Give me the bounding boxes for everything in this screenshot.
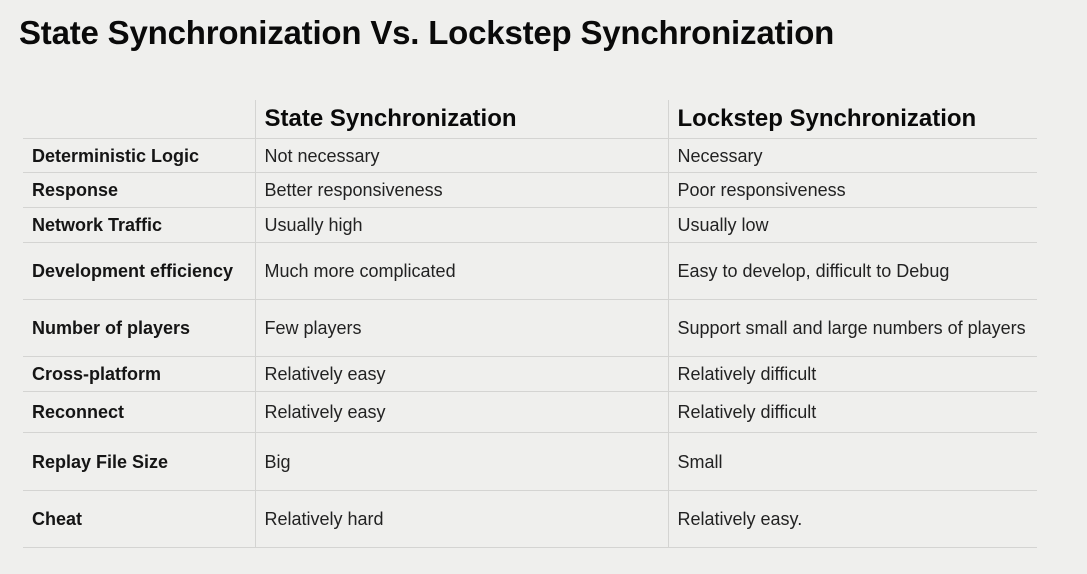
row-label: Number of players (23, 299, 256, 357)
table-row: Response Better responsiveness Poor resp… (23, 172, 1037, 208)
row-label: Cheat (23, 490, 256, 548)
lockstep-sync-cell: Relatively difficult (668, 356, 1037, 392)
table-row: Network Traffic Usually high Usually low (23, 207, 1037, 243)
row-label: Development efficiency (23, 242, 256, 300)
row-label: Cross-platform (23, 356, 256, 392)
table-header-row: State Synchronization Lockstep Synchroni… (23, 100, 1037, 139)
header-state-sync: State Synchronization (255, 100, 669, 139)
lockstep-sync-cell: Necessary (668, 138, 1037, 173)
state-sync-cell: Much more complicated (255, 242, 669, 300)
state-sync-cell: Usually high (255, 207, 669, 243)
header-lockstep-sync: Lockstep Synchronization (668, 100, 1037, 139)
row-label: Response (23, 172, 256, 208)
lockstep-sync-cell: Small (668, 432, 1037, 491)
table-row: Development efficiency Much more complic… (23, 242, 1037, 300)
lockstep-sync-cell: Relatively easy. (668, 490, 1037, 548)
lockstep-sync-cell: Usually low (668, 207, 1037, 243)
state-sync-cell: Big (255, 432, 669, 491)
lockstep-sync-cell: Support small and large numbers of playe… (668, 299, 1037, 357)
row-label: Deterministic Logic (23, 138, 256, 173)
comparison-table: State Synchronization Lockstep Synchroni… (23, 100, 1037, 548)
table-row: Reconnect Relatively easy Relatively dif… (23, 391, 1037, 433)
state-sync-cell: Few players (255, 299, 669, 357)
state-sync-cell: Relatively easy (255, 391, 669, 433)
row-label: Replay File Size (23, 432, 256, 491)
lockstep-sync-cell: Relatively difficult (668, 391, 1037, 433)
table-row: Number of players Few players Support sm… (23, 299, 1037, 357)
slide-title: State Synchronization Vs. Lockstep Synch… (19, 14, 835, 51)
state-sync-cell: Relatively hard (255, 490, 669, 548)
lockstep-sync-cell: Easy to develop, difficult to Debug (668, 242, 1037, 300)
row-label: Reconnect (23, 391, 256, 433)
state-sync-cell: Relatively easy (255, 356, 669, 392)
row-label: Network Traffic (23, 207, 256, 243)
header-empty-cell (23, 100, 256, 139)
state-sync-cell: Better responsiveness (255, 172, 669, 208)
table-row: Replay File Size Big Small (23, 432, 1037, 491)
table-row: Cross-platform Relatively easy Relativel… (23, 356, 1037, 392)
lockstep-sync-cell: Poor responsiveness (668, 172, 1037, 208)
table-row: Cheat Relatively hard Relatively easy. (23, 490, 1037, 548)
table-row: Deterministic Logic Not necessary Necess… (23, 138, 1037, 173)
state-sync-cell: Not necessary (255, 138, 669, 173)
